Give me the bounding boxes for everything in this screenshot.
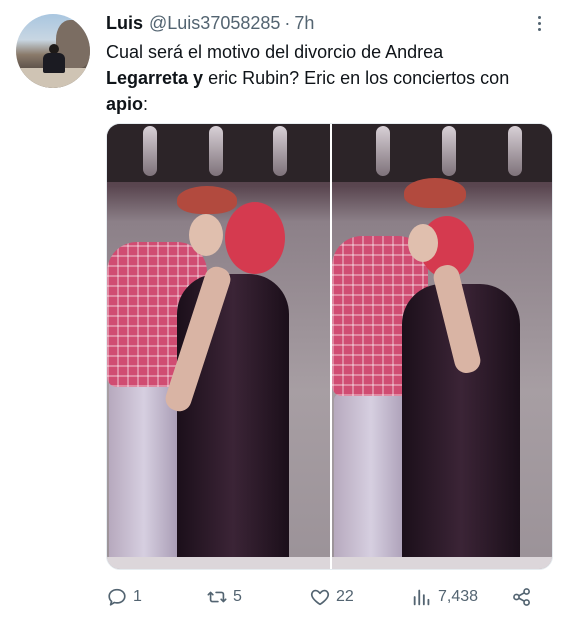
more-dots-icon (537, 21, 541, 25)
stage-lamp (375, 126, 390, 176)
retweet-icon (207, 591, 227, 603)
views-count: 7,438 (438, 588, 479, 605)
views-icon (413, 589, 430, 606)
like-button[interactable]: 22 (309, 584, 354, 610)
stage-floor (331, 557, 552, 569)
man-hat (403, 178, 466, 208)
stage-floor (107, 557, 330, 569)
stage-banner (331, 124, 552, 182)
avatar[interactable] (16, 14, 90, 88)
author-name[interactable]: Luis (106, 13, 143, 34)
retweet-button[interactable]: 5 (206, 584, 242, 610)
man-pants (333, 394, 408, 566)
tweet-text-rest: : (143, 94, 149, 114)
reply-icon (108, 588, 126, 606)
tweet-text-rest: eric Rubin? Eric en los conciertos con (203, 68, 510, 88)
heart-icon (310, 589, 330, 606)
media-photo-left[interactable] (107, 124, 330, 569)
tweet-media[interactable] (106, 123, 553, 570)
woman-face (407, 224, 438, 262)
more-dots-icon (537, 27, 541, 31)
retweet-count: 5 (233, 588, 242, 605)
author-handle[interactable]: @Luis37058285 (149, 13, 280, 34)
tweet-actions: 1 5 22 7,438 (106, 584, 546, 610)
tweet-text: Cual será el motivo del divorcio de Andr… (106, 39, 556, 117)
share-icon (513, 588, 530, 606)
stage-lamp (273, 126, 287, 176)
tweet-header: Luis @Luis37058285 · 7h (106, 12, 314, 34)
tweet-text-line-2: Legarreta y eric Rubin? Eric en los conc… (106, 65, 556, 91)
stage-banner (107, 124, 330, 182)
woman-hair (225, 202, 285, 274)
share-button[interactable] (511, 584, 533, 610)
tweet-text-bold: apio (106, 94, 144, 114)
more-dots-icon (537, 15, 541, 19)
like-count: 22 (336, 588, 354, 605)
stage-lamp (441, 126, 456, 176)
tweet-text-line-1: Cual será el motivo del divorcio de Andr… (106, 42, 444, 62)
tweet-card[interactable]: Luis @Luis37058285 · 7h Cual será el mot… (0, 0, 569, 620)
reply-count: 1 (133, 588, 142, 605)
tweet-text-line-3: apio: (106, 91, 556, 117)
more-options-button[interactable] (532, 12, 546, 34)
man-hat (177, 186, 237, 214)
stage-lamp (507, 126, 522, 176)
reply-button[interactable]: 1 (106, 584, 142, 610)
stage-lamp (143, 126, 157, 176)
avatar-person-body (43, 53, 65, 73)
man-face (189, 214, 223, 256)
tweet-time[interactable]: 7h (294, 13, 314, 34)
header-separator: · (284, 12, 291, 33)
views-button[interactable]: 7,438 (411, 584, 478, 610)
media-photo-right[interactable] (329, 124, 552, 569)
tweet-text-bold: Legarreta y (106, 68, 204, 88)
stage-lamp (209, 126, 223, 176)
